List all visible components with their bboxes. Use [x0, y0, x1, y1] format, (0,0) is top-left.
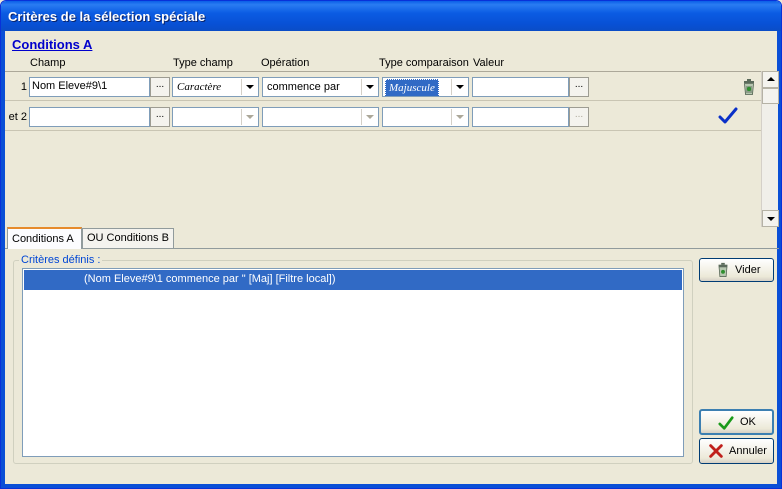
chevron-down-icon[interactable]	[451, 109, 467, 125]
chevron-down-icon[interactable]	[451, 79, 467, 95]
section-title: Conditions A	[12, 37, 93, 52]
champ-field[interactable]	[29, 107, 150, 127]
criteres-listbox[interactable]: (Nom Eleve#9\1 commence par " [Maj] [Fil…	[22, 268, 684, 457]
type-champ-dropdown[interactable]	[172, 107, 259, 127]
champ-browse-button[interactable]: ...	[150, 77, 170, 97]
title-bar[interactable]: Critères de la sélection spéciale	[1, 1, 781, 31]
condition-row: et 2 ... ...	[5, 102, 761, 131]
condition-row: 1 Nom Eleve#9\1 ... Caractère commence p…	[5, 72, 761, 101]
valeur-browse-button[interactable]: ...	[569, 107, 589, 127]
chevron-down-icon[interactable]	[361, 79, 377, 95]
column-header-type-champ: Type champ	[173, 57, 233, 69]
type-comparaison-value: Majuscule	[385, 79, 439, 96]
chevron-down-icon[interactable]	[241, 109, 257, 125]
criteres-definis-label: Critères définis :	[19, 254, 103, 266]
trash-icon[interactable]	[740, 78, 758, 96]
column-header-type-comparaison: Type comparaison	[379, 57, 469, 69]
trash-icon	[718, 262, 728, 278]
chevron-down-icon[interactable]	[361, 109, 377, 125]
scroll-up-arrow-icon[interactable]	[762, 71, 779, 88]
column-header-operation: Opération	[261, 57, 310, 69]
champ-browse-button[interactable]: ...	[150, 107, 170, 127]
valeur-browse-button[interactable]: ...	[569, 77, 589, 97]
list-item[interactable]: (Nom Eleve#9\1 commence par " [Maj] [Fil…	[24, 270, 682, 290]
conditions-tab-strip: Conditions A OU Conditions B	[5, 227, 779, 249]
vider-button[interactable]: Vider	[699, 258, 774, 282]
type-champ-dropdown[interactable]: Caractère	[172, 77, 259, 97]
checkmark-icon[interactable]	[718, 106, 738, 126]
operation-dropdown[interactable]: commence par	[262, 77, 379, 97]
row-number: et 2	[8, 111, 27, 123]
row-number: 1	[20, 81, 27, 93]
annuler-button[interactable]: Annuler	[699, 438, 774, 464]
vider-label: Vider	[735, 264, 761, 276]
dialog-window: Critères de la sélection spéciale Condit…	[0, 0, 782, 489]
ok-button[interactable]: OK	[699, 409, 774, 435]
valeur-field[interactable]	[472, 77, 569, 97]
criteres-definis-group: Critères définis : (Nom Eleve#9\1 commen…	[13, 254, 693, 464]
operation-value: commence par	[267, 81, 340, 93]
annuler-label: Annuler	[729, 445, 767, 457]
tab-ou-conditions-b[interactable]: OU Conditions B	[82, 228, 174, 248]
scroll-down-arrow-icon[interactable]	[762, 210, 779, 227]
column-header-valeur: Valeur	[473, 57, 504, 69]
window-frame-bottom	[1, 484, 781, 488]
grid-vertical-scrollbar[interactable]	[761, 71, 779, 227]
type-champ-value: Caractère	[177, 81, 222, 93]
window-title: Critères de la sélection spéciale	[8, 9, 206, 24]
chevron-down-icon[interactable]	[241, 79, 257, 95]
checkmark-icon	[718, 416, 734, 430]
operation-dropdown[interactable]	[262, 107, 379, 127]
type-comparaison-dropdown[interactable]	[382, 107, 469, 127]
close-icon	[709, 444, 723, 458]
ok-label: OK	[740, 416, 756, 428]
type-comparaison-dropdown[interactable]: Majuscule	[382, 77, 469, 97]
conditions-grid: 1 Nom Eleve#9\1 ... Caractère commence p…	[5, 71, 761, 226]
tab-conditions-a[interactable]: Conditions A	[7, 227, 82, 249]
column-header-champ: Champ	[30, 57, 66, 69]
champ-field[interactable]: Nom Eleve#9\1	[29, 77, 150, 97]
valeur-field[interactable]	[472, 107, 569, 127]
scrollbar-thumb[interactable]	[762, 88, 779, 104]
